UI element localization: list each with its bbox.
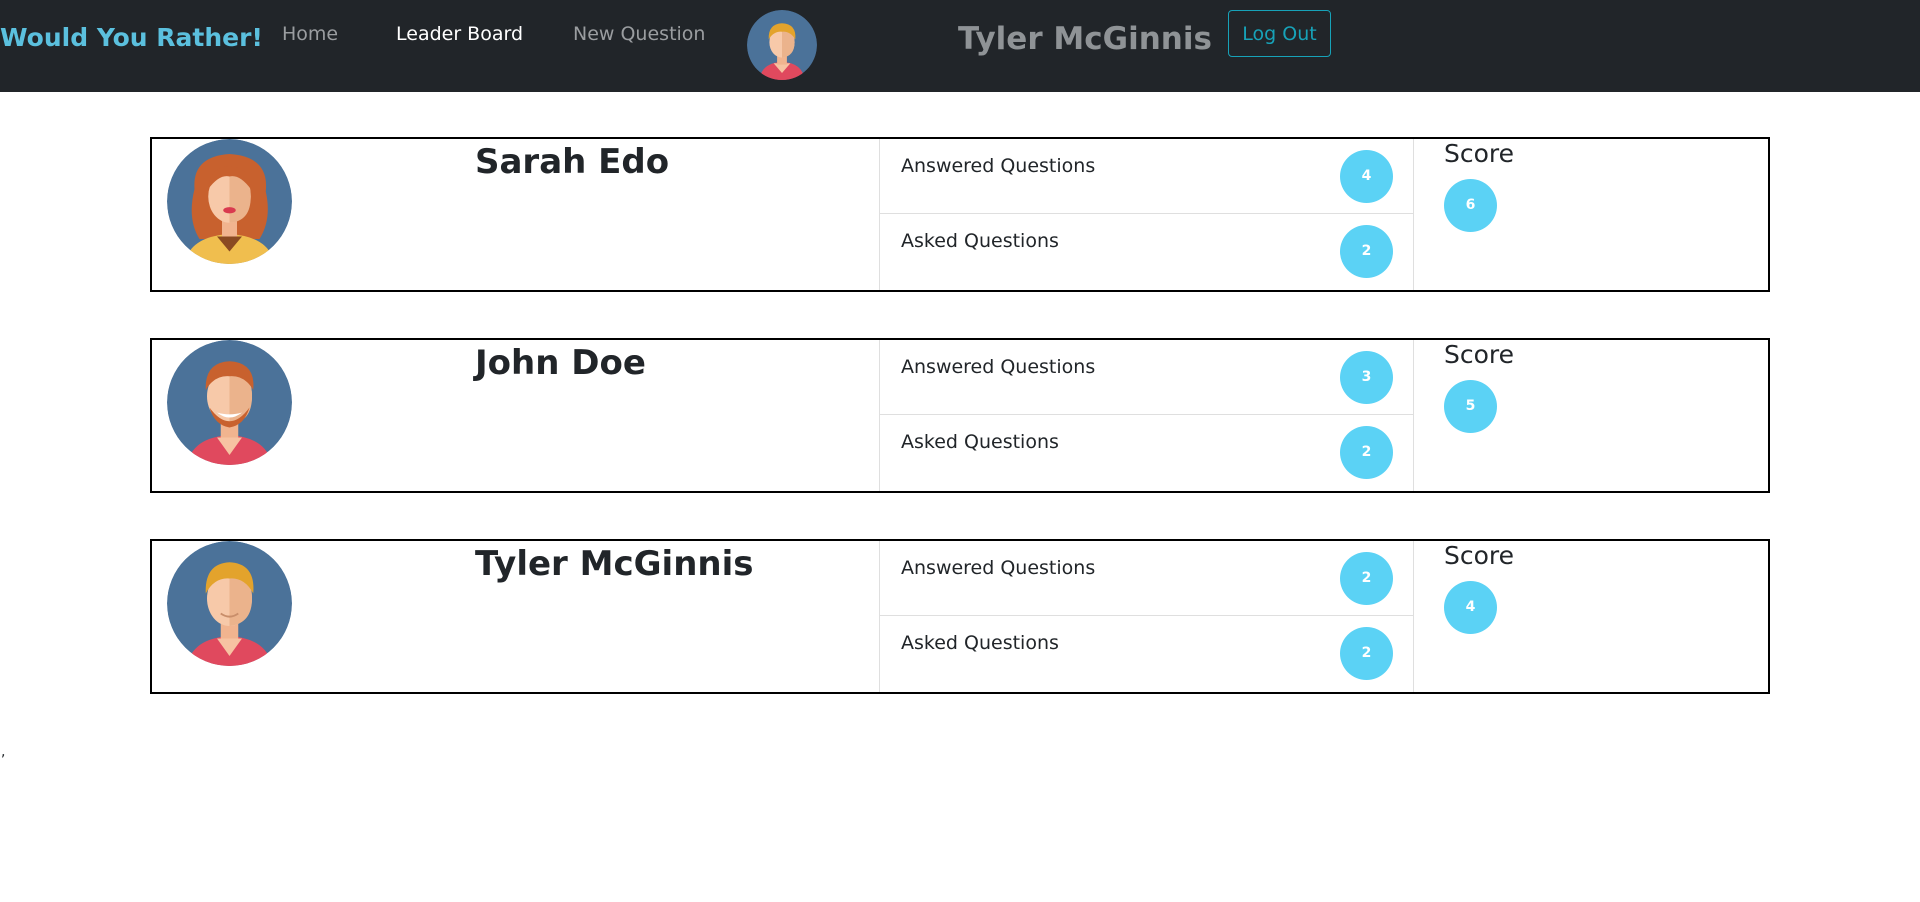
answered-questions-row: Answered Questions 4 — [880, 139, 1413, 214]
logout-button[interactable]: Log Out — [1228, 10, 1331, 57]
leaderboard-card: Tyler McGinnis Answered Questions 2 Aske… — [150, 539, 1770, 694]
asked-questions-row: Asked Questions 2 — [880, 616, 1413, 691]
sarah-avatar-icon — [167, 139, 292, 264]
tyler-avatar-icon — [167, 541, 292, 666]
current-user-name: Tyler McGinnis — [958, 21, 1212, 57]
user-name: Sarah Edo — [475, 142, 670, 182]
asked-questions-row: Asked Questions 2 — [880, 415, 1413, 490]
asked-count-badge: 2 — [1340, 627, 1393, 680]
top-navbar: Would You Rather! Home Leader Board New … — [0, 0, 1920, 92]
answered-questions-row: Answered Questions 3 — [880, 340, 1413, 415]
leaderboard-card: Sarah Edo Answered Questions 4 Asked Que… — [150, 137, 1770, 292]
user-name: John Doe — [475, 343, 646, 383]
score-title: Score — [1444, 340, 1515, 369]
answered-count-badge: 4 — [1340, 150, 1393, 203]
nav-link-home[interactable]: Home — [282, 23, 338, 45]
score-title: Score — [1444, 139, 1515, 168]
asked-questions-label: Asked Questions — [901, 632, 1059, 654]
asked-count-badge: 2 — [1340, 426, 1393, 479]
score-title: Score — [1444, 541, 1515, 570]
answered-questions-label: Answered Questions — [901, 155, 1096, 177]
asked-count-badge: 2 — [1340, 225, 1393, 278]
stats-list: Answered Questions 3 Asked Questions 2 — [879, 340, 1414, 491]
brand-link[interactable]: Would You Rather! — [0, 23, 263, 52]
answered-count-badge: 2 — [1340, 552, 1393, 605]
score-badge: 4 — [1444, 581, 1497, 634]
answered-count-badge: 3 — [1340, 351, 1393, 404]
nav-link-new-question[interactable]: New Question — [573, 23, 705, 45]
asked-questions-label: Asked Questions — [901, 230, 1059, 252]
answered-questions-label: Answered Questions — [901, 557, 1096, 579]
answered-questions-label: Answered Questions — [901, 356, 1096, 378]
asked-questions-label: Asked Questions — [901, 431, 1059, 453]
stats-list: Answered Questions 4 Asked Questions 2 — [879, 139, 1414, 290]
current-user-avatar — [747, 10, 817, 80]
score-badge: 5 — [1444, 380, 1497, 433]
user-name: Tyler McGinnis — [475, 544, 754, 584]
answered-questions-row: Answered Questions 2 — [880, 541, 1413, 616]
john-avatar-icon — [167, 340, 292, 465]
nav-link-leader-board[interactable]: Leader Board — [396, 23, 523, 45]
stray-comma-text: , — [1, 744, 6, 760]
asked-questions-row: Asked Questions 2 — [880, 214, 1413, 289]
score-badge: 6 — [1444, 179, 1497, 232]
leaderboard-card: John Doe Answered Questions 3 Asked Ques… — [150, 338, 1770, 493]
stats-list: Answered Questions 2 Asked Questions 2 — [879, 541, 1414, 692]
